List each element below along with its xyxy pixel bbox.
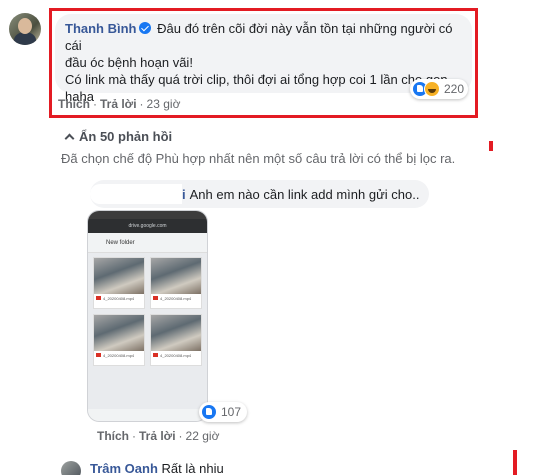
comment-author[interactable]: Thanh Bình [65, 21, 137, 36]
reply-link[interactable]: Trả lời [100, 97, 137, 111]
reply-author-tail[interactable]: i [182, 187, 186, 202]
phone-status-bar [88, 211, 207, 219]
attached-phone-screenshot[interactable]: drive.google.com New folder 4_20200408.m… [87, 210, 208, 422]
second-commenter-avatar[interactable] [61, 461, 81, 475]
hide-replies-toggle[interactable]: Ẩn 50 phản hồi [64, 129, 173, 144]
red-marker [513, 450, 517, 475]
reaction-count: 220 [443, 82, 464, 96]
chevron-up-icon [64, 133, 75, 144]
phone-folder-bar: New folder [88, 233, 207, 253]
comment-time[interactable]: 23 giờ [147, 97, 181, 111]
highlighted-comment: Thanh Bình Đâu đó trên cõi đời này vẫn t… [49, 8, 478, 118]
phone-nav-bar [88, 409, 207, 421]
comment-bubble: Thanh Bình Đâu đó trên cõi đời này vẫn t… [55, 14, 472, 104]
redacted-name [90, 184, 182, 204]
video-thumbnail: 4_20200408.mp4 [150, 314, 202, 366]
second-comment: Trâm Oanh Rất là nhiu [90, 461, 224, 475]
video-thumbnail: 4_20200408.mp4 [150, 257, 202, 309]
reply-like-link[interactable]: Thích [97, 429, 129, 443]
reply-reaction-count: 107 [221, 405, 242, 419]
reply-reactions[interactable]: 107 [199, 402, 248, 422]
filter-note: Đã chọn chế độ Phù hợp nhất nên một số c… [61, 151, 456, 166]
second-comment-author[interactable]: Trâm Oanh [90, 461, 158, 475]
reply-time[interactable]: 22 giờ [186, 429, 220, 443]
comment-text-line2: đầu óc bệnh hoạn vãi! [65, 55, 193, 70]
haha-reaction-icon [423, 81, 440, 97]
reply-bubble: i Anh em nào cần link add mình gửi cho.. [90, 180, 430, 208]
comment-text-line3: Có link mà thấy quá trời clip, thôi đợi … [65, 72, 448, 87]
comment-reactions[interactable]: 220 [409, 79, 468, 99]
reply-reply-link[interactable]: Trả lời [139, 429, 176, 443]
video-thumbnail-grid: 4_20200408.mp4 4_20200408.mp4 4_20200408… [88, 253, 207, 370]
hide-replies-label: Ẩn 50 phản hồi [79, 129, 173, 144]
reply-actions: Thích · Trả lời · 22 giờ [97, 429, 220, 443]
like-reaction-icon [201, 404, 217, 420]
verified-badge-icon [138, 22, 151, 34]
video-thumbnail: 4_20200408.mp4 [93, 314, 145, 366]
second-comment-text: Rất là nhiu [161, 461, 224, 475]
like-link[interactable]: Thích [58, 97, 90, 111]
reply-text: Anh em nào cần link add mình gửi cho.. [189, 186, 420, 202]
commenter-avatar[interactable] [9, 13, 41, 45]
red-marker [489, 141, 493, 151]
video-thumbnail: 4_20200408.mp4 [93, 257, 145, 309]
comment-actions: Thích · Trả lời · 23 giờ [58, 97, 181, 111]
phone-url-bar: drive.google.com [88, 219, 207, 233]
